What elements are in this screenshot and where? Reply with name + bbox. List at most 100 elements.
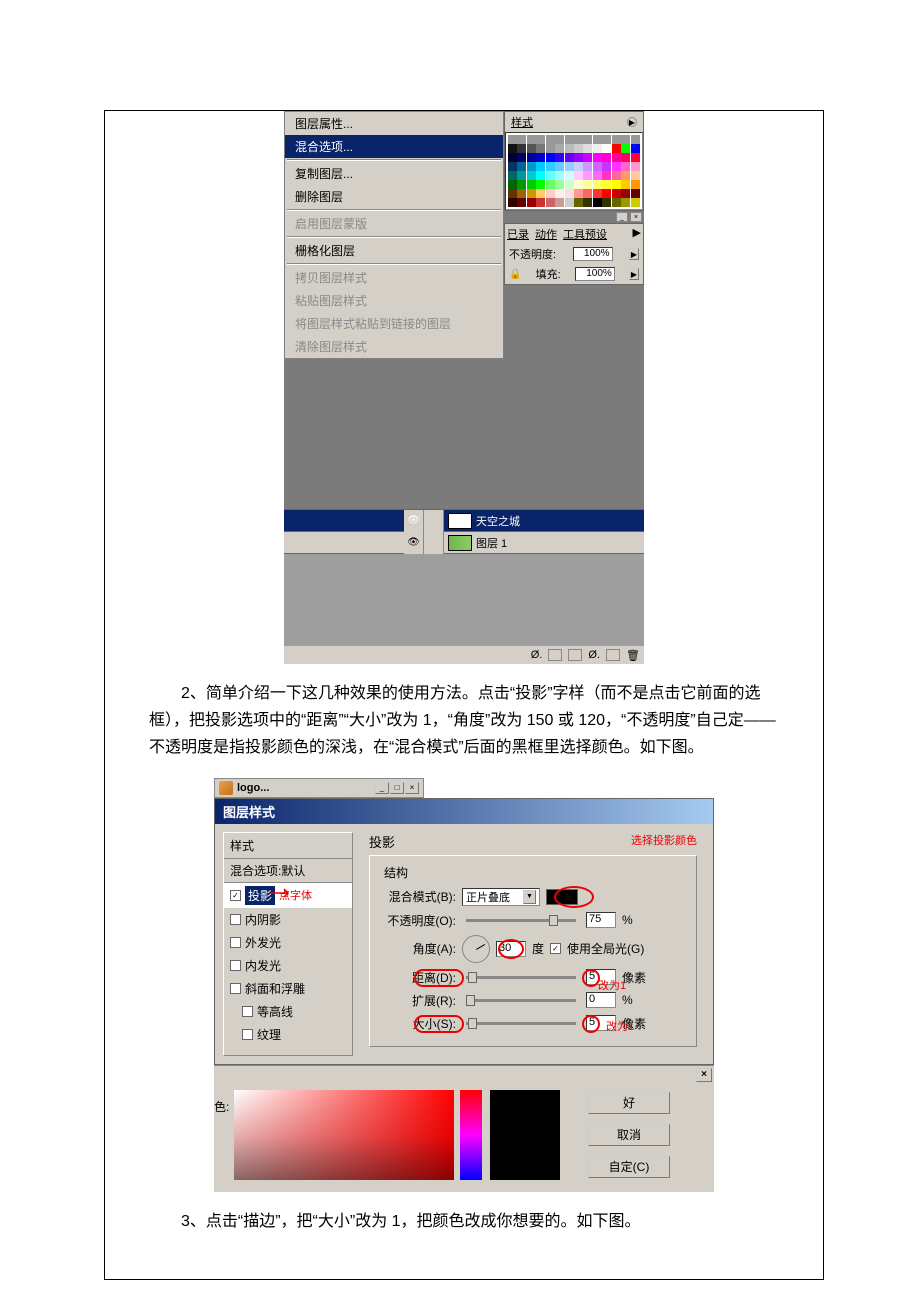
swatch-cell[interactable] — [621, 153, 630, 162]
sidebar-item-texture[interactable]: 纹理 — [224, 1023, 352, 1046]
swatch-cell[interactable] — [517, 162, 526, 171]
checkbox-outer-glow[interactable] — [230, 937, 241, 948]
swatch-cell[interactable] — [583, 171, 592, 180]
blend-mode-dropdown[interactable]: 正片叠底 ▼ — [462, 888, 540, 906]
close-button[interactable]: × — [696, 1068, 712, 1082]
fill-input[interactable]: 100% — [575, 267, 615, 281]
swatch-cell[interactable] — [612, 198, 621, 207]
swatch-cell[interactable] — [565, 162, 574, 171]
swatch-cell[interactable] — [621, 198, 630, 207]
swatch-cell[interactable] — [508, 189, 517, 198]
swatch-cell[interactable] — [593, 189, 602, 198]
distance-slider[interactable] — [466, 976, 576, 979]
swatch-cell[interactable] — [621, 180, 630, 189]
fill-flyout-icon[interactable]: ▶ — [629, 268, 639, 280]
close-panel-button[interactable]: × — [630, 212, 642, 222]
color-gradient-field[interactable] — [234, 1090, 454, 1180]
ok-button[interactable]: 好 — [588, 1092, 670, 1114]
maximize-button[interactable]: □ — [390, 782, 404, 794]
swatch-cell[interactable] — [546, 162, 555, 171]
swatch-cell[interactable] — [527, 135, 536, 144]
swatch-cell[interactable] — [583, 135, 592, 144]
swatches-tab-label[interactable]: 样式 — [511, 114, 533, 130]
swatch-cell[interactable] — [574, 189, 583, 198]
adjustment-icon[interactable]: Ø. — [588, 649, 600, 661]
swatch-cell[interactable] — [517, 135, 526, 144]
sidebar-item-blend-default[interactable]: 混合选项:默认 — [224, 859, 352, 883]
swatch-cell[interactable] — [536, 153, 545, 162]
swatch-cell[interactable] — [517, 153, 526, 162]
opacity-input[interactable]: 100% — [573, 247, 613, 261]
tab-actions[interactable]: 动作 — [535, 226, 557, 242]
swatch-cell[interactable] — [565, 198, 574, 207]
tab-preset[interactable]: 工具预设 — [563, 226, 607, 242]
dropdown-arrow-icon[interactable]: ▼ — [523, 890, 536, 904]
swatch-cell[interactable] — [593, 144, 602, 153]
size-slider[interactable] — [466, 1022, 576, 1025]
swatch-cell[interactable] — [517, 180, 526, 189]
shadow-color-swatch[interactable] — [546, 889, 578, 905]
checkbox-bevel[interactable] — [230, 983, 241, 994]
swatch-cell[interactable] — [565, 171, 574, 180]
swatch-cell[interactable] — [555, 198, 564, 207]
new-layer-icon[interactable] — [606, 649, 620, 661]
menu-item-duplicate-layer[interactable]: 复制图层... — [285, 162, 503, 185]
swatch-cell[interactable] — [546, 135, 555, 144]
swatch-cell[interactable] — [621, 162, 630, 171]
swatch-cell[interactable] — [621, 144, 630, 153]
swatch-cell[interactable] — [508, 153, 517, 162]
swatch-cell[interactable] — [631, 198, 640, 207]
sidebar-item-inner-shadow[interactable]: 内阴影 — [224, 908, 352, 931]
fx-icon[interactable]: Ø. — [531, 649, 543, 661]
swatch-cell[interactable] — [536, 189, 545, 198]
checkbox-inner-shadow[interactable] — [230, 914, 241, 925]
menu-item-layer-properties[interactable]: 图层属性... — [285, 112, 503, 135]
swatch-cell[interactable] — [508, 135, 517, 144]
menu-item-rasterize[interactable]: 栅格化图层 — [285, 239, 503, 262]
cancel-button[interactable]: 取消 — [588, 1124, 670, 1146]
sidebar-item-inner-glow[interactable]: 内发光 — [224, 954, 352, 977]
opacity-flyout-icon[interactable]: ▶ — [629, 248, 639, 260]
swatch-cell[interactable] — [555, 153, 564, 162]
swatch-cell[interactable] — [527, 144, 536, 153]
swatch-cell[interactable] — [555, 162, 564, 171]
spread-slider[interactable] — [466, 999, 576, 1002]
swatch-cell[interactable] — [565, 135, 574, 144]
swatch-cell[interactable] — [612, 171, 621, 180]
swatch-cell[interactable] — [602, 189, 611, 198]
swatch-cell[interactable] — [574, 144, 583, 153]
swatch-cell[interactable] — [517, 144, 526, 153]
checkbox-contour[interactable] — [242, 1006, 253, 1017]
swatch-cell[interactable] — [583, 144, 592, 153]
checkbox-drop-shadow[interactable] — [230, 890, 241, 901]
swatch-cell[interactable] — [555, 144, 564, 153]
sidebar-item-bevel[interactable]: 斜面和浮雕 — [224, 977, 352, 1000]
swatch-cell[interactable] — [602, 180, 611, 189]
sidebar-item-drop-shadow[interactable]: 投影 点字体 — [224, 883, 352, 908]
swatch-cell[interactable] — [631, 153, 640, 162]
swatch-cell[interactable] — [574, 153, 583, 162]
swatch-cell[interactable] — [555, 171, 564, 180]
swatch-cell[interactable] — [527, 162, 536, 171]
panel-menu-icon[interactable]: ▶ — [633, 226, 641, 242]
swatch-cell[interactable] — [621, 135, 630, 144]
visibility-toggle-icon[interactable]: 👁 — [404, 510, 424, 532]
swatch-cell[interactable] — [602, 144, 611, 153]
swatch-cell[interactable] — [508, 198, 517, 207]
swatch-cell[interactable] — [546, 153, 555, 162]
swatch-cell[interactable] — [527, 153, 536, 162]
swatch-cell[interactable] — [631, 189, 640, 198]
minimize-panel-button[interactable]: _ — [616, 212, 628, 222]
swatch-cell[interactable] — [565, 144, 574, 153]
swatch-cell[interactable] — [602, 162, 611, 171]
swatch-cell[interactable] — [536, 144, 545, 153]
swatch-cell[interactable] — [612, 180, 621, 189]
swatch-cell[interactable] — [517, 171, 526, 180]
layer-row-1[interactable]: 👁 图层 1 — [284, 532, 644, 554]
swatch-cell[interactable] — [602, 153, 611, 162]
swatch-cell[interactable] — [593, 162, 602, 171]
swatch-cell[interactable] — [536, 162, 545, 171]
swatch-cell[interactable] — [574, 162, 583, 171]
swatch-cell[interactable] — [631, 171, 640, 180]
swatch-cell[interactable] — [612, 144, 621, 153]
